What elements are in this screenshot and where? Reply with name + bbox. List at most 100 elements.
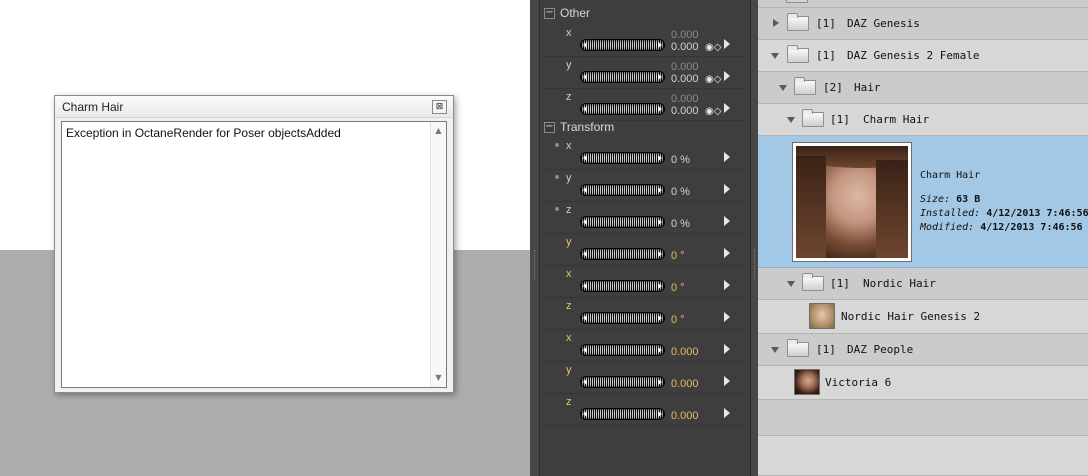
play-menu-icon[interactable] xyxy=(724,71,730,81)
collapse-icon[interactable]: − xyxy=(544,8,555,19)
param-value[interactable]: 0 ° xyxy=(671,250,685,262)
folder-daz-genesis-2-female[interactable]: [1] DAZ Genesis 2 Female xyxy=(758,40,1088,72)
param-dial[interactable] xyxy=(580,376,665,388)
folder-hair[interactable]: [2] Hair xyxy=(758,72,1088,104)
error-message-area[interactable]: Exception in OctaneRender for Poser obje… xyxy=(61,121,447,388)
splitter-grip[interactable] xyxy=(534,250,536,280)
param-dial[interactable] xyxy=(580,103,665,115)
param-value[interactable]: 0 ° xyxy=(671,314,685,326)
folder-icon xyxy=(787,13,809,31)
collapse-arrow-icon[interactable] xyxy=(771,347,779,353)
group-name: Transform xyxy=(560,120,615,134)
group-header-transform[interactable]: − Transform xyxy=(544,120,744,136)
param-value[interactable]: 0.000 xyxy=(671,73,699,85)
collapse-arrow-icon[interactable] xyxy=(779,85,787,91)
param-value[interactable]: 0.000 xyxy=(671,378,699,390)
library-row[interactable] xyxy=(758,0,1088,8)
param-row-other-y: y 0.000 0.000 ◉◇ xyxy=(544,57,744,89)
scroll-up-icon[interactable]: ▲ xyxy=(431,124,446,138)
asset-nordic-hair-genesis-2[interactable]: Nordic Hair Genesis 2 xyxy=(758,300,1088,334)
param-value[interactable]: 0.000 xyxy=(671,346,699,358)
3d-viewport[interactable]: Charm Hair ⊠ Exception in OctaneRender f… xyxy=(0,0,530,476)
param-dial[interactable] xyxy=(580,312,665,324)
param-value[interactable]: 0 ° xyxy=(671,282,685,294)
asset-title: Charm Hair xyxy=(920,170,981,181)
param-dial[interactable] xyxy=(580,184,665,196)
group-name: Other xyxy=(560,6,591,20)
param-dial[interactable] xyxy=(580,39,665,51)
dialog-titlebar[interactable]: Charm Hair ⊠ xyxy=(55,96,453,118)
collapse-arrow-icon[interactable] xyxy=(787,281,795,287)
parameters-panel: − Other x 0.000 0.000 ◉◇ y 0.000 0.000 ◉… xyxy=(530,0,758,476)
play-menu-icon[interactable] xyxy=(724,103,730,113)
keyframe-icon[interactable]: ◉◇ xyxy=(705,106,721,117)
play-menu-icon[interactable] xyxy=(724,216,730,226)
group-header-other[interactable]: − Other xyxy=(544,6,744,22)
param-value[interactable]: 0.000 xyxy=(671,41,699,53)
param-dial[interactable] xyxy=(580,152,665,164)
param-dial[interactable] xyxy=(580,71,665,83)
keyframe-icon[interactable]: ◉◇ xyxy=(705,42,721,53)
bullet-icon xyxy=(555,143,559,147)
param-value[interactable]: 0 % xyxy=(671,218,690,230)
param-value[interactable]: 0.000 xyxy=(671,105,699,117)
item-count: [1] xyxy=(816,343,836,356)
modified-value: 4/12/2013 7:46:56 xyxy=(980,222,1083,233)
param-row-rotate-x: x 0 ° xyxy=(544,266,744,298)
folder-icon xyxy=(802,273,824,291)
asset-thumbnail[interactable] xyxy=(794,369,820,395)
keyframe-icon[interactable]: ◉◇ xyxy=(705,74,721,85)
param-label: x xyxy=(566,332,572,344)
play-menu-icon[interactable] xyxy=(724,184,730,194)
param-label: y xyxy=(566,172,572,184)
message-scrollbar[interactable]: ▲ ▼ xyxy=(430,122,446,387)
asset-thumbnail[interactable] xyxy=(792,142,912,262)
param-dial[interactable] xyxy=(580,216,665,228)
panel-splitter-right[interactable] xyxy=(750,0,758,476)
splitter-grip[interactable] xyxy=(754,250,756,280)
folder-daz-genesis[interactable]: [1] DAZ Genesis xyxy=(758,8,1088,40)
param-value-secondary: 0.000 xyxy=(671,61,699,73)
collapse-icon[interactable]: − xyxy=(544,122,555,133)
folder-icon xyxy=(787,339,809,357)
collapse-arrow-icon[interactable] xyxy=(787,117,795,123)
installed-label: Installed: xyxy=(920,208,981,219)
play-menu-icon[interactable] xyxy=(724,152,730,162)
play-menu-icon[interactable] xyxy=(724,39,730,49)
param-dial[interactable] xyxy=(580,248,665,260)
folder-name: Nordic Hair xyxy=(863,277,936,290)
expand-arrow-icon[interactable] xyxy=(773,19,779,27)
folder-icon xyxy=(794,77,816,95)
folder-charm-hair[interactable]: [1] Charm Hair xyxy=(758,104,1088,136)
param-label: x xyxy=(566,140,572,152)
folder-name: Hair xyxy=(854,81,881,94)
play-menu-icon[interactable] xyxy=(724,280,730,290)
param-value-secondary: 0.000 xyxy=(671,93,699,105)
play-menu-icon[interactable] xyxy=(724,376,730,386)
asset-installed: Installed: 4/12/2013 7:46:56 xyxy=(920,208,1088,219)
selected-asset-charm-hair[interactable]: Charm Hair Size: 63 B Installed: 4/12/20… xyxy=(758,136,1088,268)
param-value[interactable]: 0 % xyxy=(671,154,690,166)
play-menu-icon[interactable] xyxy=(724,408,730,418)
play-menu-icon[interactable] xyxy=(724,312,730,322)
close-icon[interactable]: ⊠ xyxy=(432,100,447,114)
panel-splitter-left[interactable] xyxy=(530,0,540,476)
param-value[interactable]: 0.000 xyxy=(671,410,699,422)
collapse-arrow-icon[interactable] xyxy=(771,53,779,59)
folder-daz-people[interactable]: [1] DAZ People xyxy=(758,334,1088,366)
folder-nordic-hair[interactable]: [1] Nordic Hair xyxy=(758,268,1088,300)
asset-victoria-6[interactable]: Victoria 6 xyxy=(758,366,1088,400)
param-dial[interactable] xyxy=(580,280,665,292)
play-menu-icon[interactable] xyxy=(724,248,730,258)
param-dial[interactable] xyxy=(580,408,665,420)
dialog-title: Charm Hair xyxy=(62,100,124,114)
folder-name: DAZ Genesis 2 Female xyxy=(847,49,980,62)
param-value-secondary: 0.000 xyxy=(671,29,699,41)
param-dial[interactable] xyxy=(580,344,665,356)
param-value[interactable]: 0 % xyxy=(671,186,690,198)
asset-size: Size: 63 B xyxy=(920,194,980,205)
asset-thumbnail[interactable] xyxy=(809,303,835,329)
play-menu-icon[interactable] xyxy=(724,344,730,354)
scroll-down-icon[interactable]: ▼ xyxy=(431,371,446,385)
folder-icon xyxy=(787,45,809,63)
